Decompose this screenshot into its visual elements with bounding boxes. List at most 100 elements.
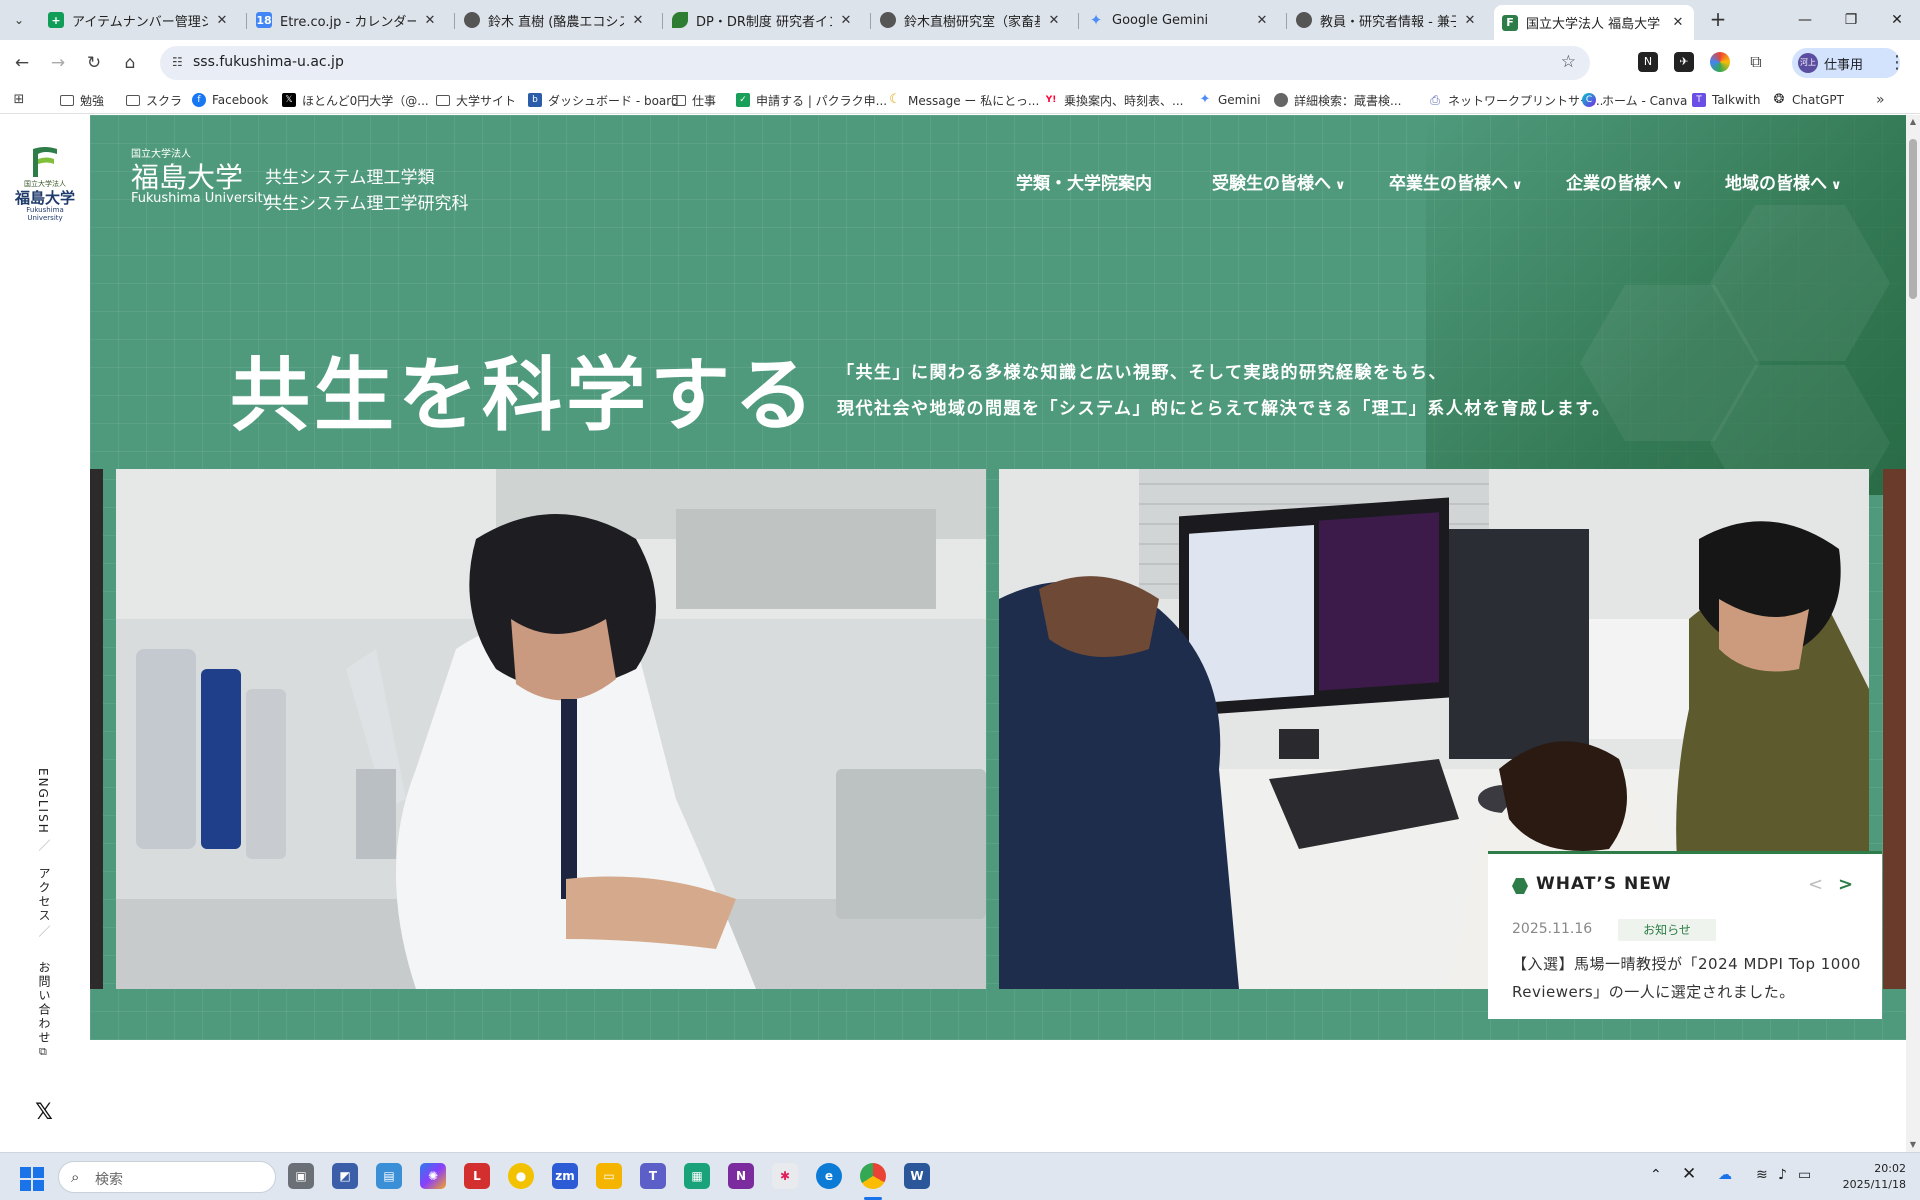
close-tab-icon[interactable]: ✕ (630, 13, 646, 28)
tab-item-3[interactable]: 鈴木 直樹 (酪農エコシステム ✕ (456, 5, 654, 35)
onenote-icon[interactable]: N (728, 1163, 754, 1189)
contact-link[interactable]: お問い合わせ (36, 961, 53, 1045)
tab-item-5[interactable]: 鈴木直樹研究室（家畜基 ✕ (872, 5, 1070, 35)
globe-icon (880, 12, 896, 28)
scroll-up-icon[interactable]: ▲ (1908, 117, 1918, 127)
window-close-icon[interactable]: ✕ (1882, 8, 1912, 32)
send-extension-icon[interactable]: ✈ (1674, 52, 1694, 72)
chevron-down-icon: ∨ (1672, 178, 1683, 193)
tab-item-7[interactable]: 教員・研究者情報 - 兼子 ✕ (1288, 5, 1486, 35)
reload-icon[interactable]: ↻ (82, 51, 106, 75)
bookmark-chatgpt[interactable]: ❂ ChatGPT (1772, 90, 1844, 110)
extensions-puzzle-icon[interactable]: ⧉ (1746, 52, 1766, 72)
chrome-icon[interactable] (860, 1163, 886, 1189)
chevron-left-icon[interactable]: < (1808, 874, 1823, 895)
color-extension-icon[interactable] (1710, 52, 1730, 72)
file-explorer-icon[interactable]: ▭ (596, 1163, 622, 1189)
close-tab-icon[interactable]: ✕ (1254, 13, 1270, 28)
app-icon-2[interactable]: ▤ (376, 1163, 402, 1189)
bookmark-folder-work[interactable]: 仕事 (672, 90, 716, 110)
taskbar-clock[interactable]: 20:02 2025/11/18 (1836, 1161, 1906, 1193)
bookmark-yahoo-transit[interactable]: Y! 乗換案内、時刻表、... (1044, 90, 1184, 110)
zoom-icon[interactable]: zm (552, 1163, 578, 1189)
close-tab-icon[interactable]: ✕ (422, 13, 438, 28)
close-tab-icon[interactable]: ✕ (1462, 13, 1478, 28)
bookmark-board[interactable]: b ダッシュボード - board (528, 90, 679, 110)
nav-programs[interactable]: 学類・大学院案内 (1016, 169, 1152, 194)
notepad-icon[interactable]: ▦ (684, 1163, 710, 1189)
bookmark-folder-study[interactable]: 勉強 (60, 90, 104, 110)
bookmark-facebook[interactable]: f Facebook (192, 90, 268, 110)
bookmark-network-print[interactable]: ⎙ ネットワークプリントサー... (1428, 90, 1603, 110)
chevron-right-icon[interactable]: > (1838, 874, 1853, 895)
close-tab-icon[interactable]: ✕ (1046, 13, 1062, 28)
restore-icon[interactable]: ❐ (1836, 8, 1866, 32)
bookmark-folder-university[interactable]: 大学サイト (436, 90, 516, 110)
onedrive-icon[interactable]: ☁ (1718, 1167, 1732, 1183)
tab-strip: ⌄ + アイテムナンバー管理シート（ ✕ 18 Etre.co.jp - カレン… (0, 0, 1920, 40)
word-icon[interactable]: W (904, 1163, 930, 1189)
tray-x-icon[interactable]: ✕ (1682, 1164, 1696, 1184)
forward-arrow-icon[interactable]: → (46, 51, 70, 75)
teams-icon[interactable]: T (640, 1163, 666, 1189)
bookmark-folder-scra[interactable]: スクラ (126, 90, 182, 110)
nav-community[interactable]: 地域の皆様へ ∨ (1725, 169, 1842, 194)
apps-grid-icon[interactable]: ⊞ (12, 90, 32, 110)
scroll-down-icon[interactable]: ▼ (1908, 1140, 1918, 1150)
battery-icon[interactable]: ▭ (1798, 1167, 1811, 1183)
app-icon-1[interactable]: ◩ (332, 1163, 358, 1189)
app-l-icon[interactable]: L (464, 1163, 490, 1189)
close-tab-icon[interactable]: ✕ (1670, 15, 1686, 30)
site-brand[interactable]: 国立大学法人 福島大学 Fukushima University 共生システム理… (131, 145, 511, 214)
back-arrow-icon[interactable]: ← (10, 51, 34, 75)
news-title-link[interactable]: 【入選】馬場一晴教授が「2024 MDPI Top 1000 Reviewers… (1512, 950, 1872, 1006)
url-text[interactable]: sss.fukushima-u.ac.jp (193, 54, 344, 70)
more-bookmarks-icon[interactable]: » (1876, 92, 1885, 108)
x-social-icon[interactable]: 𝕏 (33, 1102, 55, 1124)
profile-button[interactable]: 河上 仕事用 (1792, 48, 1900, 78)
yahoo-icon: Y! (1045, 95, 1057, 105)
edge-icon[interactable]: e (816, 1163, 842, 1189)
bookmark-library-search[interactable]: 詳細検索：蔵書検... (1274, 90, 1401, 110)
bookmark-x-hotondo[interactable]: 𝕏 ほとんど0円大学（@... (282, 90, 429, 110)
close-tab-icon[interactable]: ✕ (838, 13, 854, 28)
bookmark-bakuraku[interactable]: ✓ 申請する | パクラク申... (736, 90, 887, 110)
scrollbar-thumb[interactable] (1909, 139, 1917, 299)
bookmark-talkwith[interactable]: T Talkwith (1692, 90, 1760, 110)
browser-menu-icon[interactable]: ⋮ (1888, 50, 1906, 76)
taskbar-search[interactable]: ⌕ 検索 (58, 1161, 276, 1193)
tab-search-chevron-icon[interactable]: ⌄ (8, 9, 30, 31)
nav-companies[interactable]: 企業の皆様へ ∨ (1566, 169, 1683, 194)
copilot-icon[interactable]: ✺ (420, 1163, 446, 1189)
app-yellow-icon[interactable]: ● (508, 1163, 534, 1189)
bookmark-canva[interactable]: C ホーム - Canva (1582, 90, 1687, 110)
new-tab-button[interactable]: + (1706, 8, 1730, 32)
access-link[interactable]: アクセス (36, 867, 53, 923)
tab-item-4[interactable]: DP・DR制度 研究者インタビ ✕ (664, 5, 862, 35)
volume-icon[interactable]: ♪ (1778, 1167, 1787, 1183)
windows-start-icon[interactable] (20, 1167, 44, 1191)
university-logo[interactable]: 国立大学法人 福島大学 Fukushima University (12, 145, 78, 222)
nav-applicants[interactable]: 受験生の皆様へ ∨ (1212, 169, 1346, 194)
nav-alumni[interactable]: 卒業生の皆様へ ∨ (1389, 169, 1523, 194)
home-icon[interactable]: ⌂ (118, 51, 142, 75)
tab-item-6[interactable]: ✦ Google Gemini ✕ (1080, 5, 1278, 35)
tab-item-active[interactable]: F 国立大学法人 福島大学 共 ✕ (1494, 5, 1694, 40)
tab-item-1[interactable]: + アイテムナンバー管理シート（ ✕ (40, 5, 238, 35)
tray-chevron-up-icon[interactable]: ⌃ (1650, 1167, 1662, 1183)
site-info-icon[interactable]: ☷ (172, 55, 188, 71)
page-scrollbar[interactable]: ▲ ▼ (1906, 115, 1920, 1152)
bookmark-star-icon[interactable]: ☆ (1561, 52, 1576, 72)
task-view-icon[interactable]: ▣ (288, 1163, 314, 1189)
close-tab-icon[interactable]: ✕ (214, 13, 230, 28)
bookmark-message[interactable]: ☾ Message ー 私にとっ... (888, 90, 1039, 110)
address-bar[interactable]: ☷ sss.fukushima-u.ac.jp ☆ (160, 46, 1590, 80)
bookmark-gemini[interactable]: ✦ Gemini (1198, 90, 1261, 110)
notion-extension-icon[interactable]: N (1638, 52, 1658, 72)
tab-item-2[interactable]: 18 Etre.co.jp - カレンダー - 202 ✕ (248, 5, 446, 35)
wifi-icon[interactable]: ≋ (1756, 1167, 1768, 1183)
slack-icon[interactable]: ✱ (772, 1163, 798, 1189)
clock-time: 20:02 (1874, 1162, 1906, 1175)
english-link[interactable]: ENGLISH (36, 768, 50, 835)
minimize-icon[interactable]: — (1790, 8, 1820, 32)
